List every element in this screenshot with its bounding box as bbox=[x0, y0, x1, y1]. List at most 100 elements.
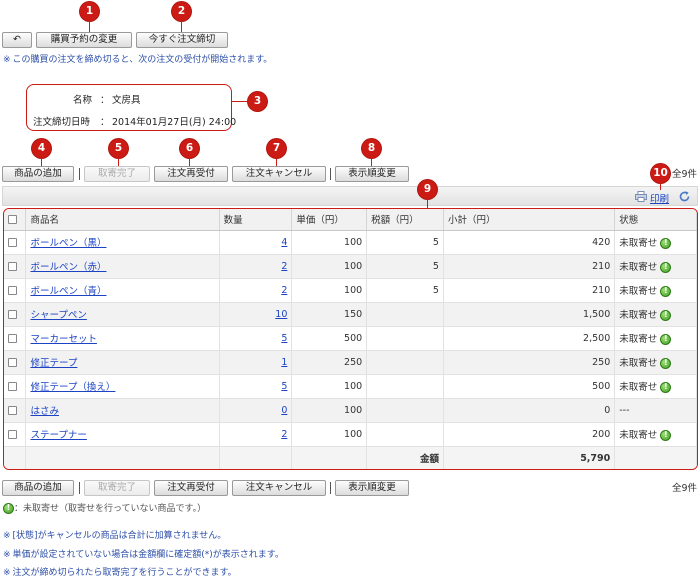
change-display-order-button-bottom[interactable]: 表示順変更 bbox=[335, 480, 409, 496]
row-checkbox[interactable] bbox=[8, 309, 17, 319]
print-link[interactable]: 印刷 bbox=[650, 191, 669, 205]
change-reservation-button[interactable]: 購買予約の変更 bbox=[36, 32, 132, 48]
item-name-link[interactable]: 修正テープ bbox=[30, 358, 77, 369]
item-tax: 5 bbox=[366, 254, 444, 279]
separator bbox=[79, 482, 80, 494]
item-status: 未取寄せ bbox=[619, 310, 658, 321]
back-button[interactable]: ↶ bbox=[2, 32, 32, 48]
status-icon bbox=[660, 286, 672, 297]
not-received-icon bbox=[3, 503, 14, 514]
item-qty-link[interactable]: 2 bbox=[281, 429, 287, 440]
close-orders-now-button[interactable]: 今すぐ注文締切 bbox=[136, 32, 228, 48]
item-name-link[interactable]: ボールペン（赤） bbox=[30, 262, 106, 273]
footnote-3: ※ 注文が締め切られたら取寄完了を行うことができます。 bbox=[3, 568, 237, 578]
row-checkbox[interactable] bbox=[8, 237, 17, 247]
item-status: 未取寄せ bbox=[619, 358, 658, 369]
receive-complete-button-bottom[interactable]: 取寄完了 bbox=[84, 480, 150, 496]
table-header-row: 商品名 数量 単価（円） 税額（円） 小計（円） 状態 bbox=[4, 209, 697, 231]
row-checkbox[interactable] bbox=[8, 429, 17, 439]
item-status: 未取寄せ bbox=[619, 286, 658, 297]
col-header-price[interactable]: 単価（円） bbox=[291, 209, 368, 231]
reaccept-order-button[interactable]: 注文再受付 bbox=[154, 166, 228, 182]
col-header-status[interactable]: 状態 bbox=[614, 209, 697, 231]
row-checkbox[interactable] bbox=[8, 333, 17, 343]
total-value: 5,790 bbox=[443, 446, 616, 469]
info-deadline-colon: ： bbox=[100, 117, 110, 128]
info-name-colon: ： bbox=[100, 95, 110, 106]
table-toolbar bbox=[2, 186, 698, 206]
table-row: ボールペン（赤） 2 100 5 210 未取寄せ bbox=[4, 254, 697, 279]
change-display-order-button[interactable]: 表示順変更 bbox=[335, 166, 409, 182]
item-qty-link[interactable]: 1 bbox=[281, 357, 287, 368]
total-label: 金額 bbox=[366, 446, 444, 469]
status-icon bbox=[660, 382, 672, 393]
row-checkbox[interactable] bbox=[8, 261, 17, 271]
row-checkbox[interactable] bbox=[8, 405, 17, 415]
item-tax bbox=[366, 326, 444, 351]
cancel-order-button-bottom[interactable]: 注文キャンセル bbox=[232, 480, 326, 496]
asterisk-icon: ※ bbox=[3, 55, 11, 65]
info-name-value: 文房具 bbox=[112, 95, 141, 106]
item-qty-link[interactable]: 5 bbox=[281, 333, 287, 344]
item-tax bbox=[366, 302, 444, 327]
marker-3-line bbox=[232, 101, 248, 102]
footnote-2: ※ 単価が設定されていない場合は金額欄に確定額(*)が表示されます。 bbox=[3, 550, 284, 560]
col-header-subtotal[interactable]: 小計（円） bbox=[443, 209, 616, 231]
refresh-icon[interactable] bbox=[678, 190, 691, 203]
item-qty-link[interactable]: 4 bbox=[281, 237, 287, 248]
item-price: 500 bbox=[291, 326, 368, 351]
add-item-button-bottom[interactable]: 商品の追加 bbox=[2, 480, 74, 496]
separator bbox=[79, 168, 80, 180]
item-subtotal: 200 bbox=[443, 422, 616, 447]
item-name-link[interactable]: シャープペン bbox=[30, 310, 86, 321]
item-count: 全9件 bbox=[672, 169, 698, 180]
print-icon[interactable] bbox=[635, 191, 647, 202]
item-name-link[interactable]: マーカーセット bbox=[30, 334, 97, 345]
item-tax bbox=[366, 398, 444, 423]
marker-7-line bbox=[276, 158, 277, 166]
item-qty-link[interactable]: 2 bbox=[281, 261, 287, 272]
reaccept-order-button-bottom[interactable]: 注文再受付 bbox=[154, 480, 228, 496]
item-qty-link[interactable]: 10 bbox=[275, 309, 287, 320]
item-status: 未取寄せ bbox=[619, 262, 658, 273]
item-name-link[interactable]: はさみ bbox=[30, 406, 59, 417]
table-row: 修正テープ 1 250 250 未取寄せ bbox=[4, 350, 697, 375]
item-qty-link[interactable]: 2 bbox=[281, 285, 287, 296]
item-name-link[interactable]: ボールペン（青） bbox=[30, 286, 106, 297]
select-all-header bbox=[4, 209, 27, 231]
col-header-name[interactable]: 商品名 bbox=[25, 209, 220, 231]
row-checkbox[interactable] bbox=[8, 357, 17, 367]
marker-10-line bbox=[660, 183, 661, 190]
item-price: 250 bbox=[291, 350, 368, 375]
marker-5-line bbox=[118, 158, 119, 166]
item-price: 150 bbox=[291, 302, 368, 327]
item-subtotal: 250 bbox=[443, 350, 616, 375]
row-checkbox[interactable] bbox=[8, 285, 17, 295]
col-header-qty[interactable]: 数量 bbox=[219, 209, 293, 231]
item-status: 未取寄せ bbox=[619, 382, 658, 393]
item-price: 100 bbox=[291, 422, 368, 447]
status-icon bbox=[660, 334, 672, 345]
marker-3: 3 bbox=[248, 92, 267, 111]
order-table: 商品名 数量 単価（円） 税額（円） 小計（円） 状態 ボールペン（黒） 4 100… bbox=[4, 209, 697, 469]
item-name-link[interactable]: ボールペン（黒） bbox=[30, 238, 106, 249]
col-header-tax[interactable]: 税額（円） bbox=[366, 209, 444, 231]
marker-9: 9 bbox=[418, 180, 437, 199]
item-subtotal: 420 bbox=[443, 230, 616, 255]
item-name-link[interactable]: 修正テープ（換え） bbox=[30, 382, 115, 393]
table-row: ボールペン（青） 2 100 5 210 未取寄せ bbox=[4, 278, 697, 303]
marker-8-line bbox=[371, 158, 372, 166]
item-name-link[interactable]: ステープナー bbox=[30, 430, 86, 441]
close-notice-text: この購買の注文を締め切ると、次の注文の受付が開始されます。 bbox=[12, 55, 273, 65]
cancel-order-button[interactable]: 注文キャンセル bbox=[232, 166, 326, 182]
item-subtotal: 0 bbox=[443, 398, 616, 423]
receive-complete-button[interactable]: 取寄完了 bbox=[84, 166, 150, 182]
add-item-button[interactable]: 商品の追加 bbox=[2, 166, 74, 182]
item-price: 100 bbox=[291, 278, 368, 303]
select-all-checkbox[interactable] bbox=[8, 214, 17, 224]
item-qty-link[interactable]: 5 bbox=[281, 381, 287, 392]
item-qty-link[interactable]: 0 bbox=[281, 405, 287, 416]
row-checkbox[interactable] bbox=[8, 381, 17, 391]
status-icon bbox=[660, 358, 672, 369]
info-deadline-value: 2014年01月27日(月) 24:00 bbox=[112, 117, 237, 128]
